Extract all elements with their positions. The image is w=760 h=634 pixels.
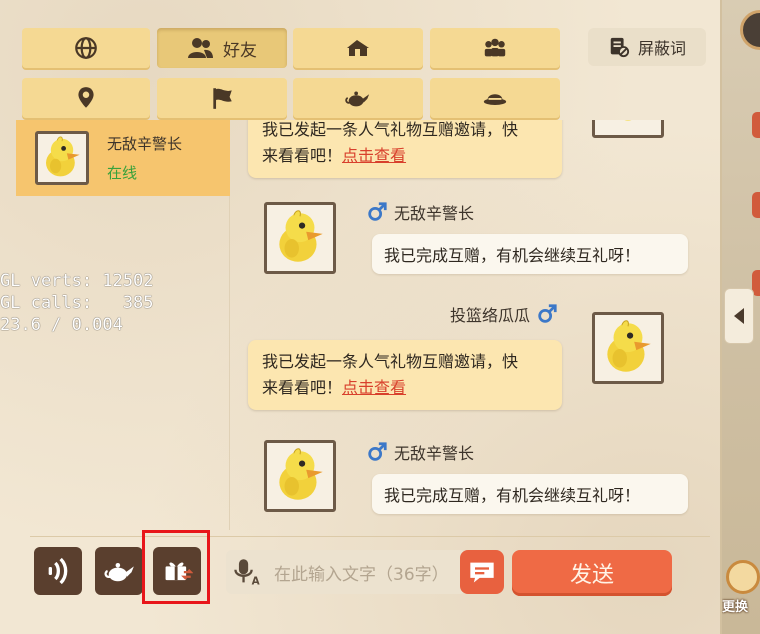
- friend-online-status: 在线: [107, 164, 138, 182]
- friend-avatar: [35, 131, 89, 185]
- bubble-text-line: 我已发起一条人气礼物互赠邀请，快: [262, 352, 519, 371]
- chat-messages[interactable]: 我已发起一条人气礼物互赠邀请，快 来看看吧！点击查看 无敌辛警长 我已完成互赠，…: [230, 120, 710, 530]
- send-button[interactable]: 发送: [512, 550, 672, 596]
- sound-wave-icon: [48, 557, 68, 585]
- side-red-button-2[interactable]: [752, 192, 760, 218]
- bubble-text: 我已完成互赠，有机会继续互礼呀！: [384, 486, 641, 505]
- top-right-circle-button[interactable]: [740, 10, 760, 50]
- change-button[interactable]: 更换: [722, 560, 760, 620]
- arrow-left-icon: [734, 308, 744, 324]
- self-name: 投篮络瓜瓜: [450, 306, 531, 325]
- view-invite-link[interactable]: 点击查看: [342, 146, 406, 165]
- duck-avatar-icon: [46, 136, 80, 177]
- self-name-row: 投篮络瓜瓜: [450, 302, 558, 326]
- sender-name: 无敌辛警长: [394, 444, 475, 463]
- home-icon: [347, 40, 369, 56]
- group-icon: [484, 38, 506, 57]
- tab-group[interactable]: [430, 28, 560, 68]
- hat-icon: [483, 94, 507, 105]
- sender-name-row: 无敌辛警长: [366, 200, 474, 224]
- change-icon: [726, 560, 760, 594]
- tab-world[interactable]: [22, 28, 150, 68]
- tab-hat[interactable]: [430, 78, 560, 118]
- change-label: 更换: [722, 600, 749, 615]
- teapot-icon: [345, 91, 370, 107]
- debug-line: 23.6 / 0.004: [0, 315, 123, 335]
- tab-flag[interactable]: [157, 78, 287, 118]
- teapot-button[interactable]: [95, 547, 143, 595]
- friend-name: 无敌辛警长: [107, 135, 183, 153]
- male-gender-icon: [368, 442, 387, 461]
- tab-friends[interactable]: 好友: [157, 28, 287, 68]
- chat-input-placeholder: 在此输入文字（36字）: [274, 564, 449, 585]
- duck-avatar-icon: [607, 320, 651, 372]
- voice-button[interactable]: [34, 547, 82, 595]
- sender-avatar[interactable]: [264, 440, 336, 512]
- document-block-icon: [610, 37, 630, 58]
- game-screen: 更换 好友 屏蔽词 无敌辛警长 在线 我已发起一条人气礼物互赠邀请，快 来看看吧…: [0, 0, 760, 634]
- duck-avatar-icon: [624, 120, 632, 121]
- sender-name-row: 无敌辛警长: [366, 440, 474, 464]
- duck-avatar-icon: [279, 210, 323, 262]
- duck-avatar-icon: [279, 448, 323, 500]
- svg-text:A: A: [252, 576, 260, 587]
- chat-input-box[interactable]: A 在此输入文字（36字）: [226, 550, 466, 594]
- sender-avatar[interactable]: [264, 202, 336, 274]
- shield-words-button[interactable]: 屏蔽词: [588, 28, 706, 66]
- chat-bubble-invite: 我已发起一条人气礼物互赠邀请，快 来看看吧！点击查看: [248, 340, 562, 410]
- tab-teapot[interactable]: [293, 78, 423, 118]
- debug-line: GL verts: 12502: [0, 271, 154, 291]
- chat-bubble-reply: 我已完成互赠，有机会继续互礼呀！: [372, 474, 688, 514]
- tab-friends-label: 好友: [223, 40, 257, 61]
- collapse-panel-button[interactable]: [724, 288, 754, 344]
- gl-debug-overlay: GL verts: 12502 GL calls: 385 23.6 / 0.004: [0, 270, 154, 336]
- emoji-button[interactable]: [460, 550, 504, 594]
- view-invite-link[interactable]: 点击查看: [342, 378, 406, 397]
- speech-bubble-icon: [470, 562, 494, 583]
- bottom-divider: [30, 536, 710, 537]
- tab-home[interactable]: [293, 28, 423, 68]
- globe-icon: [75, 37, 97, 59]
- voice-to-text-button[interactable]: A: [226, 550, 268, 594]
- friends-icon: [188, 38, 213, 58]
- shield-words-label: 屏蔽词: [637, 39, 686, 58]
- teapot-icon: [104, 563, 134, 582]
- debug-line: GL calls: 385: [0, 293, 154, 313]
- bubble-text-line: 我已发起一条人气礼物互赠邀请，快: [262, 120, 519, 139]
- side-red-button-1[interactable]: [752, 112, 760, 138]
- bubble-text-line: 来看看吧！: [262, 378, 343, 397]
- sender-name: 无敌辛警长: [394, 204, 475, 223]
- chat-panel: 好友 屏蔽词 无敌辛警长 在线 我已发起一条人气礼物互赠邀请，快 来看看吧！点击…: [0, 0, 722, 634]
- friend-list-item[interactable]: 无敌辛警长 在线: [16, 120, 230, 196]
- microphone-translate-icon: A: [234, 559, 260, 587]
- male-gender-icon: [538, 304, 557, 323]
- male-gender-icon: [368, 202, 387, 221]
- self-avatar[interactable]: [592, 312, 664, 384]
- highlight-annotation: [142, 530, 210, 604]
- flag-icon: [213, 88, 232, 109]
- location-pin-icon: [78, 87, 94, 108]
- self-avatar-partial: [592, 120, 664, 138]
- bubble-text-line: 来看看吧！: [262, 146, 343, 165]
- tab-location[interactable]: [22, 78, 150, 118]
- bubble-text: 我已完成互赠，有机会继续互礼呀！: [384, 246, 641, 265]
- chat-bubble-reply: 我已完成互赠，有机会继续互礼呀！: [372, 234, 688, 274]
- chat-bubble-invite: 我已发起一条人气礼物互赠邀请，快 来看看吧！点击查看: [248, 120, 562, 178]
